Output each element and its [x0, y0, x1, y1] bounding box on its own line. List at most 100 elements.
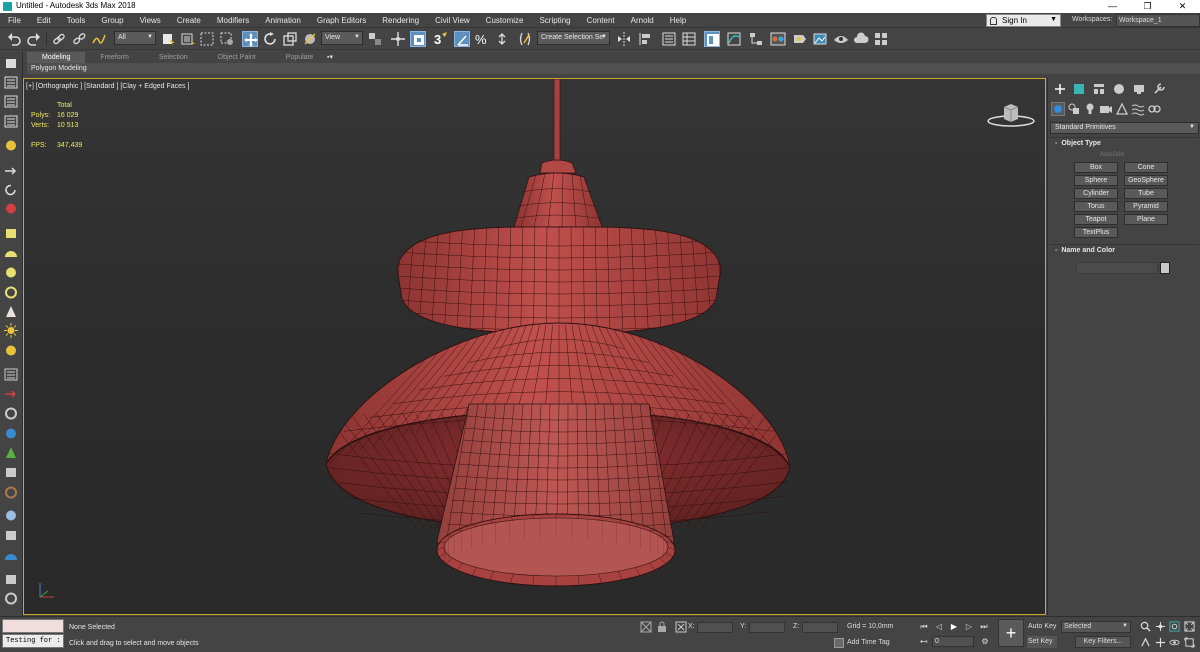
reflection-sphere-icon[interactable]: [3, 508, 19, 523]
menu-rendering[interactable]: Rendering: [374, 13, 427, 28]
select-and-place-icon[interactable]: [302, 31, 318, 47]
bind-space-warp-icon[interactable]: [91, 31, 107, 47]
cone-primitive-icon[interactable]: [3, 304, 19, 319]
y-coord-input[interactable]: [749, 622, 785, 633]
create-pyramid-button[interactable]: Pyramid: [1124, 201, 1168, 212]
unlink-icon[interactable]: [71, 31, 87, 47]
current-frame-input[interactable]: 0: [932, 636, 974, 647]
zoom-extents-all-icon[interactable]: [1184, 621, 1195, 632]
menu-help[interactable]: Help: [662, 13, 694, 28]
time-config-icon[interactable]: ⚙: [979, 636, 991, 648]
a360-gallery-icon[interactable]: [873, 31, 889, 47]
orbit-icon[interactable]: [1169, 637, 1180, 648]
menu-customize[interactable]: Customize: [478, 13, 532, 28]
menu-file[interactable]: File: [0, 13, 29, 28]
move-tool-icon[interactable]: [3, 163, 19, 178]
lamp-model[interactable]: [24, 79, 1045, 614]
minimize-button[interactable]: —: [1095, 0, 1130, 13]
space-warp-icon[interactable]: [3, 367, 19, 382]
sign-in-button[interactable]: Sign In ▼: [986, 14, 1061, 27]
paint-brush-icon[interactable]: [3, 386, 19, 401]
selection-filter-dropdown[interactable]: All ▼: [114, 31, 156, 45]
schematic-view-icon[interactable]: [748, 31, 764, 47]
percent-snap-icon[interactable]: %: [474, 31, 490, 47]
zoom-all-icon[interactable]: [1155, 621, 1166, 632]
light-bulb-icon[interactable]: [3, 138, 19, 153]
pan-view-icon[interactable]: [1155, 637, 1166, 648]
select-and-scale-icon[interactable]: [282, 31, 298, 47]
key-mode-icon[interactable]: ⊷: [918, 636, 930, 648]
viewport-layout-icon[interactable]: [3, 549, 19, 564]
keyboard-shortcut-override-icon[interactable]: [410, 31, 426, 47]
set-key-button[interactable]: Set Key: [1027, 636, 1057, 648]
shapes-icon[interactable]: [1067, 102, 1081, 116]
hair-icon[interactable]: [3, 485, 19, 500]
ribbon-tab-selection[interactable]: Selection: [144, 52, 203, 63]
ribbon-tab-freeform[interactable]: Freeform: [85, 52, 143, 63]
select-object-icon[interactable]: [160, 31, 176, 47]
undo-icon[interactable]: [6, 31, 22, 47]
scene-explorer-icon[interactable]: [661, 31, 677, 47]
select-by-name-icon[interactable]: [180, 31, 196, 47]
crowd-icon[interactable]: [3, 465, 19, 480]
object-name-input[interactable]: [1076, 262, 1158, 274]
object-list-icon[interactable]: [3, 114, 19, 129]
align-icon[interactable]: [638, 31, 654, 47]
menu-views[interactable]: Views: [132, 13, 169, 28]
create-sphere-button[interactable]: Sphere: [1074, 175, 1118, 186]
render-in-cloud-icon[interactable]: [853, 31, 869, 47]
menu-graph-editors[interactable]: Graph Editors: [309, 13, 374, 28]
foliage-icon[interactable]: [3, 445, 19, 460]
menu-civil-view[interactable]: Civil View: [427, 13, 478, 28]
menu-scripting[interactable]: Scripting: [531, 13, 578, 28]
workspace-select[interactable]: Workspace_1: [1116, 14, 1200, 27]
space-warps-icon[interactable]: [1131, 102, 1145, 116]
create-box-button[interactable]: Box: [1074, 162, 1118, 173]
auto-key-button[interactable]: Auto Key: [1027, 621, 1057, 633]
create-tube-button[interactable]: Tube: [1124, 188, 1168, 199]
x-coord-input[interactable]: [697, 622, 733, 633]
edit-named-selection-icon[interactable]: [517, 31, 533, 47]
rendered-frame-window-icon[interactable]: [812, 31, 828, 47]
motion-tab-icon[interactable]: [1112, 82, 1126, 96]
globe-icon[interactable]: [3, 426, 19, 441]
create-plane-button[interactable]: Plane: [1124, 214, 1168, 225]
key-filters-button[interactable]: Key Filters...: [1075, 636, 1131, 648]
render-production-icon[interactable]: [833, 31, 849, 47]
maxscript-listener-input[interactable]: Testing for :: [2, 634, 64, 648]
go-to-end-icon[interactable]: ⏭: [978, 621, 990, 633]
spinner-snap-icon[interactable]: [494, 31, 510, 47]
maximize-viewport-icon[interactable]: [1184, 637, 1195, 648]
particle-icon[interactable]: [3, 406, 19, 421]
close-button[interactable]: ✕: [1165, 0, 1200, 13]
link-icon[interactable]: [51, 31, 67, 47]
previous-frame-icon[interactable]: ◁: [933, 621, 945, 633]
utilities-tab-icon[interactable]: [1152, 82, 1166, 96]
create-teapot-button[interactable]: Teapot: [1074, 214, 1118, 225]
systems-icon[interactable]: [1147, 102, 1161, 116]
isolate-selection-icon[interactable]: [640, 621, 652, 633]
selection-lock-icon[interactable]: [656, 621, 668, 633]
create-torus-button[interactable]: Torus: [1074, 201, 1118, 212]
render-setup-icon[interactable]: [792, 31, 808, 47]
modify-tab-icon[interactable]: [1072, 82, 1086, 96]
rotate-tool-icon[interactable]: [3, 182, 19, 197]
menu-content[interactable]: Content: [579, 13, 623, 28]
create-selection-icon[interactable]: [3, 56, 19, 71]
lights-icon[interactable]: [1083, 102, 1097, 116]
menu-edit[interactable]: Edit: [29, 13, 59, 28]
select-and-move-icon[interactable]: [242, 31, 258, 47]
key-selection-dropdown[interactable]: Selected ▼: [1061, 621, 1131, 633]
create-geosphere-button[interactable]: GeoSphere: [1124, 175, 1168, 186]
snaps-toggle-icon[interactable]: 3: [432, 31, 448, 47]
object-type-rollout[interactable]: - Object Type: [1050, 139, 1199, 150]
redo-icon[interactable]: [26, 31, 42, 47]
viewport-label[interactable]: [+] [Orthographic ] [Standard ] [Clay + …: [26, 83, 189, 90]
helpers-icon[interactable]: [1115, 102, 1129, 116]
next-frame-icon[interactable]: ▷: [963, 621, 975, 633]
layer-explorer-icon[interactable]: [681, 31, 697, 47]
hemisphere-icon[interactable]: [3, 246, 19, 261]
ribbon-tab-populate[interactable]: Populate: [271, 52, 329, 63]
sun-light-icon[interactable]: [3, 323, 19, 338]
material-icon[interactable]: [3, 201, 19, 216]
